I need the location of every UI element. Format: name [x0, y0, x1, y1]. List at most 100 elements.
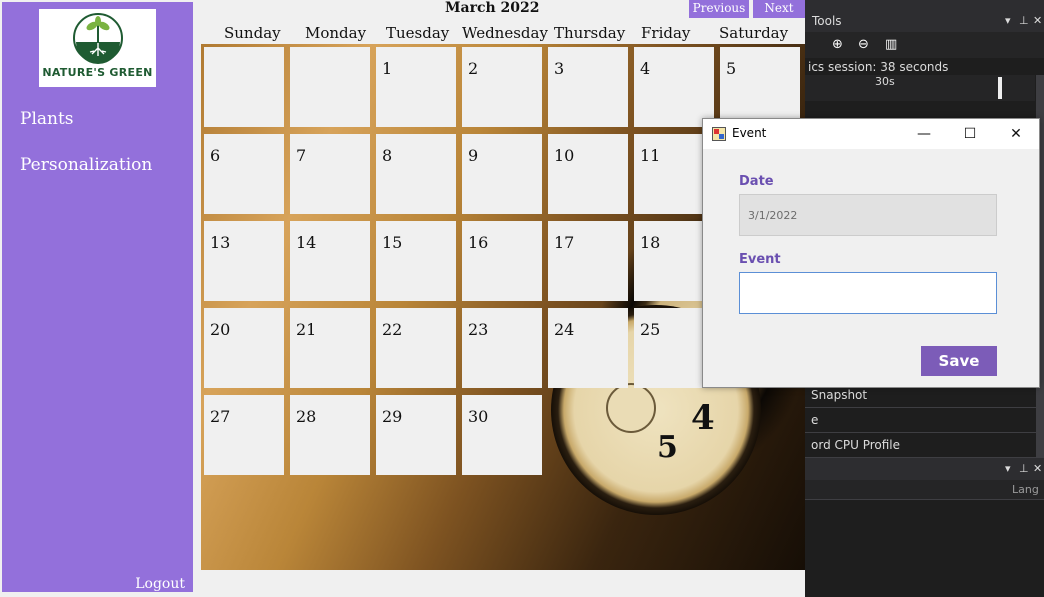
watch-numeral: 4 [691, 398, 715, 438]
list-item[interactable]: e [805, 409, 1036, 433]
panel-title-bar: Tools ▾ ⊥ ✕ [805, 10, 1044, 32]
panel-title: Tools [812, 14, 842, 28]
day-cell[interactable]: 15 [376, 221, 456, 301]
close-icon[interactable]: ✕ [1033, 14, 1042, 27]
next-month-button[interactable]: Next [753, 0, 805, 18]
day-cell[interactable]: 16 [462, 221, 542, 301]
dialog-title-bar[interactable]: Event — ☐ ✕ [703, 119, 1039, 149]
day-number: 7 [296, 146, 307, 165]
logout-link[interactable]: Logout [135, 576, 185, 592]
day-header-friday: Friday [641, 24, 691, 42]
day-number: 17 [554, 233, 575, 252]
day-cell-empty [204, 47, 284, 127]
day-cell[interactable]: 8 [376, 134, 456, 214]
day-number: 15 [382, 233, 403, 252]
day-cell[interactable]: 21 [290, 308, 370, 388]
day-cell[interactable]: 5 [720, 47, 800, 127]
day-cell[interactable]: 4 [634, 47, 714, 127]
list-item-label: e [811, 413, 819, 427]
day-number: 27 [210, 407, 231, 426]
day-cell[interactable]: 10 [548, 134, 628, 214]
form-icon [712, 127, 726, 141]
day-number: 3 [554, 59, 565, 78]
pin-icon[interactable]: ⊥ [1019, 14, 1029, 27]
day-number: 30 [468, 407, 489, 426]
reset-zoom-icon[interactable]: ▥ [885, 37, 903, 53]
day-header-sunday: Sunday [224, 24, 281, 42]
day-cell[interactable]: 24 [548, 308, 628, 388]
day-number: 29 [382, 407, 403, 426]
list-item-label: ord CPU Profile [811, 438, 901, 452]
panel-top-strip [805, 0, 1044, 10]
close-button[interactable]: ✕ [993, 119, 1039, 149]
save-button[interactable]: Save [921, 346, 997, 376]
dropdown-arrow-icon[interactable]: ▾ [1005, 462, 1011, 475]
timeline-tick: 30s [875, 75, 895, 88]
pin-icon[interactable]: ⊥ [1019, 462, 1029, 475]
day-number: 6 [210, 146, 221, 165]
day-cell[interactable]: 14 [290, 221, 370, 301]
day-number: 18 [640, 233, 661, 252]
logo-text: NATURE'S GREEN [42, 66, 153, 79]
list-item[interactable]: ord CPU Profile [805, 434, 1036, 458]
day-cell[interactable]: 7 [290, 134, 370, 214]
day-header-thursday: Thursday [554, 24, 626, 42]
day-number: 4 [640, 59, 651, 78]
sidebar-item-personalization[interactable]: Personalization [20, 155, 152, 175]
day-cell[interactable]: 3 [548, 47, 628, 127]
column-header-row: Lang [805, 480, 1044, 500]
timeline-marker[interactable] [998, 77, 1002, 99]
day-cell[interactable]: 13 [204, 221, 284, 301]
close-icon[interactable]: ✕ [1033, 462, 1042, 475]
app-window: NATURE'S GREEN Plants Personalization Lo… [0, 0, 1044, 597]
day-number: 20 [210, 320, 231, 339]
month-title: March 2022 [445, 0, 540, 16]
day-cell[interactable]: 23 [462, 308, 542, 388]
minimize-button[interactable]: — [901, 119, 947, 149]
day-number: 24 [554, 320, 575, 339]
day-number: 5 [726, 59, 737, 78]
day-cell[interactable]: 27 [204, 395, 284, 475]
day-cell[interactable]: 2 [462, 47, 542, 127]
sidebar-item-plants[interactable]: Plants [20, 109, 74, 129]
watch-numeral: 5 [657, 430, 678, 465]
day-cell[interactable]: 20 [204, 308, 284, 388]
day-number: 11 [640, 146, 661, 165]
previous-month-button[interactable]: Previous [689, 0, 749, 18]
maximize-button[interactable]: ☐ [947, 119, 993, 149]
day-cell[interactable]: 17 [548, 221, 628, 301]
day-cell[interactable]: 28 [290, 395, 370, 475]
event-label: Event [739, 252, 781, 267]
panel-toolbar: ⊕ ⊖ ▥ [805, 32, 1044, 58]
day-header-monday: Monday [305, 24, 367, 42]
day-number: 10 [554, 146, 575, 165]
plant-icon [73, 13, 123, 64]
timeline-ruler[interactable]: 30s [805, 75, 1035, 101]
day-number: 23 [468, 320, 489, 339]
day-cell[interactable]: 30 [462, 395, 542, 475]
day-cell[interactable]: 22 [376, 308, 456, 388]
session-duration: ics session: 38 seconds [808, 60, 949, 74]
watch-subdial [606, 383, 656, 433]
zoom-in-icon[interactable]: ⊕ [832, 37, 850, 53]
dropdown-arrow-icon[interactable]: ▾ [1005, 14, 1011, 27]
day-cell[interactable]: 1 [376, 47, 456, 127]
day-number: 13 [210, 233, 231, 252]
zoom-out-icon[interactable]: ⊖ [858, 37, 876, 53]
dialog-title: Event [732, 126, 767, 140]
event-dialog: Event — ☐ ✕ Date 3/1/2022 Event Save [702, 118, 1040, 388]
day-number: 9 [468, 146, 479, 165]
day-number: 22 [382, 320, 403, 339]
dialog-body: Date 3/1/2022 Event Save [703, 149, 1039, 387]
column-header-language[interactable]: Lang [1012, 483, 1039, 496]
day-number: 2 [468, 59, 479, 78]
day-cell-empty [290, 47, 370, 127]
day-number: 8 [382, 146, 393, 165]
event-input[interactable] [739, 272, 997, 314]
day-cell[interactable]: 29 [376, 395, 456, 475]
logo: NATURE'S GREEN [39, 9, 156, 87]
day-cell[interactable]: 6 [204, 134, 284, 214]
day-cell[interactable]: 9 [462, 134, 542, 214]
day-number: 21 [296, 320, 317, 339]
day-number: 14 [296, 233, 317, 252]
